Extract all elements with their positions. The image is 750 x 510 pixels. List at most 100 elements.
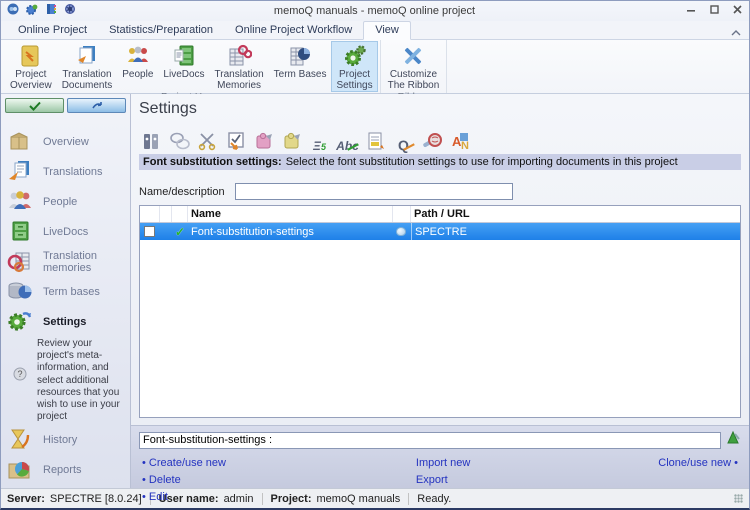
button-label: Project [338,69,371,80]
server-label: Server: [7,492,45,505]
info-bar-text: Select the font substitution settings to… [285,156,678,168]
export-link[interactable]: Export [416,473,470,488]
livedocs-button[interactable]: LiveDocs [158,41,209,92]
edit-resource-icon[interactable] [726,430,741,450]
lqa-models-icon[interactable]: Q [391,129,416,152]
term-bases-icon [287,44,313,68]
button-label: Settings [336,80,373,91]
livedocs-cabinet-icon [6,219,36,245]
sidebar-item-label: Translation memories [43,250,98,274]
filter-label: Name/description [139,185,225,198]
sidebar-nav: Overview Translations People LiveDocs Tr… [1,127,130,485]
font-substitution-icon[interactable]: AN [447,129,472,152]
button-label: The Ribbon [387,80,440,91]
center-links-column: Import new Export [416,456,470,490]
button-label: Memories [217,80,262,91]
general-settings-icon[interactable] [139,129,164,152]
info-bar-label: Font substitution settings: [143,156,282,168]
tab-online-project[interactable]: Online Project [7,22,98,39]
svg-text:N: N [461,140,469,152]
minimize-button[interactable] [687,2,697,20]
term-bases-icon [6,279,36,305]
sidebar-item-settings[interactable]: Settings [1,307,130,337]
server-admin-icon[interactable] [64,2,76,20]
ribbon: Project Overview Translation Documents P… [1,40,749,103]
header-status-column [172,206,188,222]
delete-link[interactable]: Delete [142,473,226,488]
sidebar-item-label: LiveDocs [43,226,89,238]
tab-view[interactable]: View [363,21,411,40]
livedocs-settings-icon[interactable] [279,129,304,152]
sidebar-item-label: People [43,196,78,208]
remote-resource-icon [396,227,406,236]
options-gear-icon[interactable] [26,2,38,20]
header-spacer-column [160,206,172,222]
header-checkbox-column [140,206,160,222]
selected-resource-row [139,430,741,450]
clone-use-new-link[interactable]: Clone/use new [658,456,738,471]
sidebar-item-term-bases[interactable]: Term bases [1,277,130,307]
qa-settings-icon[interactable] [223,129,248,152]
row-name: Font-substitution-settings [191,225,314,238]
tab-online-project-workflow[interactable]: Online Project Workflow [224,22,363,39]
button-label: Documents [61,80,113,91]
create-use-new-link[interactable]: Create/use new [142,456,226,471]
sidebar-item-label: History [43,434,78,447]
export-path-rules-icon[interactable] [363,129,388,152]
selected-resource-input[interactable] [139,431,721,449]
row-path: SPECTRE [411,223,740,240]
customize-ribbon-button[interactable]: Customize The Ribbon [383,41,445,92]
button-label: Translation [214,69,264,80]
sidebar-item-livedocs[interactable]: LiveDocs [1,217,130,247]
ribbon-group-ribbon: Customize The Ribbon Ribbon [381,40,448,103]
auto-translation-rules-icon[interactable]: Ξ5 [307,129,332,152]
maximize-button[interactable] [710,2,720,20]
segmentation-rules-icon[interactable] [195,129,220,152]
window-controls [673,2,743,20]
project-settings-button[interactable]: Project Settings [331,41,378,92]
button-label: Term Bases [273,69,327,80]
button-label: Project [15,69,47,80]
project-settings-icon [342,44,368,68]
button-label: Customize [389,69,438,80]
name-description-filter-input[interactable] [234,183,513,200]
sidebar-item-reports[interactable]: Reports [1,455,130,485]
people-icon [6,189,36,215]
sidebar-item-overview[interactable]: Overview [1,127,130,157]
tm-settings-icon[interactable] [251,129,276,152]
help-icon: ? [13,367,27,385]
overview-box-icon [6,129,36,155]
row-checkbox[interactable] [144,226,155,237]
memoq-logo-icon[interactable] [7,2,19,20]
translation-memories-button[interactable]: Translation Memories [210,41,269,92]
sidebar-item-translation-memories[interactable]: Translation memories [1,247,130,277]
ribbon-group-project-home: Project Overview Translation Documents P… [3,40,381,103]
history-hourglass-icon [6,427,36,453]
import-new-link[interactable]: Import new [416,456,470,471]
translation-documents-button[interactable]: Translation Documents [57,41,118,92]
button-label: LiveDocs [163,69,205,80]
sidebar-item-history[interactable]: History [1,425,130,455]
term-bases-button[interactable]: Term Bases [269,41,332,92]
sidebar-item-people[interactable]: People [1,187,130,217]
refresh-button[interactable] [67,98,126,113]
edit-link[interactable]: Edit [142,490,226,505]
close-button[interactable] [733,2,743,20]
left-links-column: Create/use new Delete Edit Properties [142,456,226,508]
sidebar-item-translations[interactable]: Translations [1,157,130,187]
table-header: Name Path / URL [140,206,740,223]
project-overview-button[interactable]: Project Overview [5,41,57,92]
sidebar-item-label: Overview [43,136,89,148]
people-button[interactable]: People [117,41,158,92]
settings-description: ? Review your project's meta-information… [1,337,130,425]
resource-console-icon[interactable] [45,2,57,20]
tab-statistics-preparation[interactable]: Statistics/Preparation [98,22,224,39]
table-row[interactable]: ✓ Font-substitution-settings SPECTRE [140,223,740,240]
communication-settings-icon[interactable] [167,129,192,152]
ignore-lists-icon[interactable]: Abc [335,129,360,152]
settings-category-toolbar: Ξ5 Abc Q AN [139,127,741,152]
header-name: Name [188,206,393,222]
non-translatable-lists-icon[interactable] [419,129,444,152]
apply-changes-button[interactable] [5,98,64,113]
collapse-ribbon-chevron-icon[interactable] [731,24,741,42]
